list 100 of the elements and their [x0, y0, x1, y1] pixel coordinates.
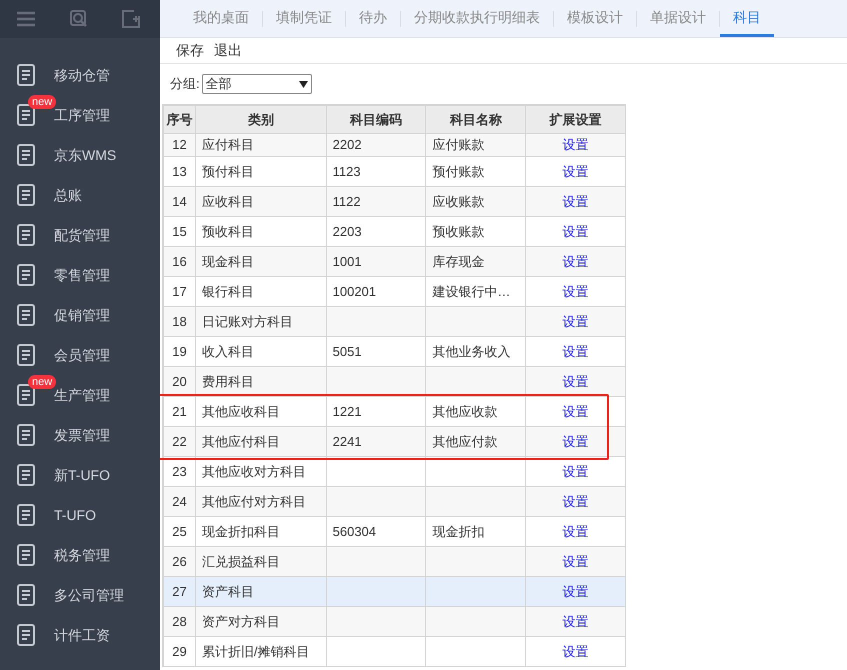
table-row[interactable]: 24 其他应付对方科目 设置 [164, 487, 626, 517]
table-row[interactable]: 12 应付科目 2202 应付账款 设置 [164, 134, 626, 157]
row-number: 14 [172, 192, 187, 211]
table-row[interactable]: 22 其他应付科目 2241 其他应付款 设置 [164, 427, 626, 457]
table-row[interactable]: 17 银行科目 100201 建设银行中… 设置 [164, 277, 626, 307]
exit-button[interactable]: 退出 [214, 40, 242, 61]
table-row[interactable]: 21 其他应收科目 1221 其他应收款 设置 [164, 397, 626, 427]
sidebar-item[interactable]: 多公司管理 [0, 575, 160, 615]
table-row[interactable]: 26 汇兑损益科目 设置 [164, 547, 626, 577]
settings-link[interactable]: 设置 [562, 342, 589, 362]
table-cell-text: 其他应收对方科目 [202, 462, 306, 481]
table-cell-text: 1123 [332, 162, 361, 181]
save-button[interactable]: 保存 [176, 40, 204, 61]
table-cell-text: 应付科目 [202, 136, 254, 154]
sidebar-item[interactable]: T-UFO [0, 495, 160, 535]
table-cell-text: 库存现金 [432, 252, 484, 271]
table-cell-text: 预付账款 [432, 162, 484, 181]
row-number: 28 [172, 612, 187, 631]
table-cell-text: 其他应收款 [432, 402, 498, 421]
sidebar-item[interactable]: 发票管理 [0, 415, 160, 455]
settings-link[interactable]: 设置 [562, 192, 589, 212]
settings-link[interactable]: 设置 [562, 462, 589, 482]
row-number: 20 [172, 372, 187, 391]
table-cell-text: 费用科目 [202, 372, 254, 391]
dropdown-arrow-icon [298, 80, 308, 88]
table-row[interactable]: 27 资产科目 设置 [164, 577, 626, 607]
row-number: 24 [172, 492, 187, 511]
settings-link[interactable]: 设置 [562, 552, 589, 572]
settings-link[interactable]: 设置 [562, 162, 589, 182]
new-badge: new [28, 95, 56, 109]
table-cell-text: 汇兑损益科目 [202, 552, 280, 571]
table-cell-text: 560304 [332, 522, 376, 541]
settings-link[interactable]: 设置 [562, 312, 589, 332]
new-badge: new [28, 375, 56, 389]
table-cell-text: 收入科目 [202, 342, 254, 361]
group-select[interactable]: 全部 [202, 74, 312, 94]
table-row[interactable]: 20 费用科目 设置 [164, 367, 626, 397]
table-cell-text: 日记账对方科目 [202, 312, 293, 331]
settings-link[interactable]: 设置 [562, 522, 589, 542]
table-cell-text: 资产科目 [202, 582, 254, 601]
row-number: 26 [172, 552, 187, 571]
group-label: 分组: [170, 75, 200, 94]
table-row[interactable]: 16 现金科目 1001 库存现金 设置 [164, 247, 626, 277]
sidebar-item[interactable]: 会员管理 [0, 335, 160, 375]
table-row[interactable]: 15 预收科目 2203 预收账款 设置 [164, 217, 626, 247]
menu-icon[interactable] [16, 11, 36, 27]
sidebar-item[interactable]: 税务管理 [0, 535, 160, 575]
row-number: 25 [172, 522, 187, 541]
sidebar-item[interactable]: 零售管理 [0, 255, 160, 295]
table-cell-text: 应收账款 [432, 192, 484, 211]
settings-link[interactable]: 设置 [562, 642, 589, 662]
table-cell-text: 其他应付科目 [202, 432, 280, 451]
settings-link[interactable]: 设置 [562, 492, 589, 512]
row-number: 17 [172, 282, 187, 301]
sidebar-item[interactable]: 移动仓管 [0, 55, 160, 95]
table-row[interactable]: 23 其他应收对方科目 设置 [164, 457, 626, 487]
tab[interactable]: 科目 [720, 0, 774, 37]
table-cell-text: 5051 [332, 342, 362, 361]
table-row[interactable]: 25 现金折扣科目 560304 现金折扣 设置 [164, 517, 626, 547]
sidebar-item[interactable]: 配货管理 [0, 215, 160, 255]
sidebar-item[interactable]: 京东WMS [0, 135, 160, 175]
table-cell-text: 1221 [332, 402, 362, 421]
row-number: 15 [172, 222, 187, 241]
sidebar-item[interactable]: 计件工资 [0, 615, 160, 655]
table-row[interactable]: 13 预付科目 1123 预付账款 设置 [164, 157, 626, 187]
table-cell-text: 建设银行中… [432, 282, 510, 301]
table-cell-text: 银行科目 [202, 282, 254, 301]
sidebar-item[interactable]: 促销管理 [0, 295, 160, 335]
row-number: 22 [172, 432, 187, 451]
table-row[interactable]: 29 累计折旧/摊销科目 设置 [164, 637, 626, 667]
table-cell-text: 应付账款 [432, 136, 484, 154]
sidebar-item[interactable]: 生产管理 new [0, 375, 160, 415]
settings-link[interactable]: 设置 [562, 135, 589, 155]
row-number: 29 [172, 642, 187, 661]
settings-link[interactable]: 设置 [562, 432, 589, 452]
sidebar-item[interactable]: 总账 [0, 175, 160, 215]
settings-link[interactable]: 设置 [562, 612, 589, 632]
settings-link[interactable]: 设置 [562, 252, 589, 272]
row-number: 18 [172, 312, 187, 331]
table-cell-text: 现金折扣科目 [202, 522, 280, 541]
sidebar-item[interactable]: 新T-UFO [0, 455, 160, 495]
add-icon[interactable] [122, 10, 140, 28]
table-cell-text: 100201 [332, 282, 376, 301]
table-row[interactable]: 18 日记账对方科目 设置 [164, 307, 626, 337]
settings-link[interactable]: 设置 [562, 402, 589, 422]
table-row[interactable]: 19 收入科目 5051 其他业务收入 设置 [164, 337, 626, 367]
settings-link[interactable]: 设置 [562, 582, 589, 602]
settings-link[interactable]: 设置 [562, 222, 589, 242]
search-icon[interactable] [70, 10, 88, 28]
table-row[interactable]: 14 应收科目 1122 应收账款 设置 [164, 187, 626, 217]
settings-link[interactable]: 设置 [562, 372, 589, 392]
table-cell-text: 现金折扣 [432, 522, 484, 541]
table-cell-text: 2241 [332, 432, 362, 451]
sidebar-item[interactable]: 工序管理 new [0, 95, 160, 135]
row-number: 13 [172, 162, 187, 181]
table-cell-text: 预收科目 [202, 222, 254, 241]
table-cell-text: 其他应付款 [432, 432, 498, 451]
table-cell-text: 其他应收科目 [202, 402, 280, 421]
table-row[interactable]: 28 资产对方科目 设置 [164, 607, 626, 637]
settings-link[interactable]: 设置 [562, 282, 589, 302]
